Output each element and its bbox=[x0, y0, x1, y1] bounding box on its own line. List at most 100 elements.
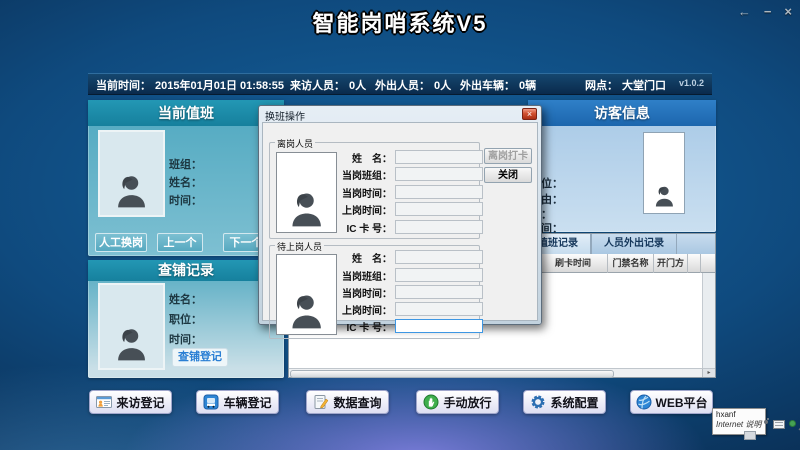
avatar-icon bbox=[652, 184, 677, 209]
bed-check-title: 查铺记录 bbox=[88, 260, 284, 281]
toolbar-button-label: 系统配置 bbox=[550, 394, 598, 411]
data-query-button[interactable]: 数据查询 bbox=[306, 390, 389, 414]
dialog-close-action-button[interactable]: 关闭 bbox=[484, 167, 532, 183]
scrollbar-thumb[interactable] bbox=[290, 370, 614, 378]
back-arrow-icon[interactable]: ← bbox=[738, 4, 751, 19]
duty-buttons: 人工换岗 上一个 下一个 bbox=[88, 233, 284, 252]
leaving-name-input[interactable] bbox=[395, 150, 483, 164]
visitor-register-button[interactable]: 来访登记 bbox=[89, 390, 172, 414]
bed-time-label: 时间： bbox=[169, 331, 202, 347]
name-label: 姓 名： bbox=[340, 150, 392, 165]
ime-sparkle-icon[interactable] bbox=[764, 420, 768, 424]
leaving-duty-time-input[interactable] bbox=[395, 185, 483, 199]
close-icon[interactable]: × bbox=[784, 4, 792, 19]
gear-icon bbox=[530, 394, 546, 410]
version-label: v1.0.2 bbox=[679, 78, 704, 88]
incoming-start-time-input[interactable] bbox=[395, 302, 483, 316]
on-duty-time-label: 当岗时间： bbox=[340, 285, 392, 300]
minimize-icon[interactable]: − bbox=[764, 4, 772, 19]
column-open-direction: 开门方向 bbox=[654, 254, 688, 273]
status-out-vehicle-count: 外出车辆：0辆 bbox=[460, 77, 536, 93]
visitor-title: 访客信息 bbox=[528, 100, 716, 126]
duty-name-label: 姓名： bbox=[169, 174, 202, 190]
leaving-group-label: 离岗人员 bbox=[275, 137, 315, 150]
ime-name: hxanf bbox=[716, 410, 762, 420]
horizontal-scrollbar[interactable]: ▸ bbox=[289, 368, 715, 377]
avatar-icon bbox=[286, 189, 327, 230]
manual-shift-button[interactable]: 人工换岗 bbox=[95, 233, 147, 252]
duty-photo bbox=[98, 130, 165, 217]
column-empty-2 bbox=[688, 254, 701, 273]
tab-personnel-out-records[interactable]: 人员外出记录 bbox=[591, 234, 677, 254]
avatar-icon bbox=[112, 325, 151, 364]
globe-icon bbox=[636, 394, 652, 410]
dialog-content: 离岗人员 姓 名： 当岗班组： 当岗时间： 上岗时间： IC 卡 号： 待上岗人… bbox=[262, 122, 538, 321]
bed-check-register-button[interactable]: 查铺登记 bbox=[172, 348, 228, 367]
hand-release-icon bbox=[423, 394, 439, 410]
status-site: 网点：大堂门口 bbox=[585, 77, 666, 93]
ime-status-icon[interactable] bbox=[789, 420, 796, 427]
ic-card-label: IC 卡 号： bbox=[340, 319, 392, 334]
visitor-card-icon bbox=[96, 394, 112, 410]
status-current-time: 当前时间：2015年01月01日 01:58:55 bbox=[96, 77, 284, 93]
ic-card-label: IC 卡 号： bbox=[340, 220, 392, 235]
incoming-team-input[interactable] bbox=[395, 268, 483, 282]
bed-check-photo bbox=[98, 283, 165, 370]
leaving-team-input[interactable] bbox=[395, 167, 483, 181]
leaving-ic-card-input[interactable] bbox=[395, 220, 483, 234]
ime-bar[interactable]: hxanf Internet 说明 bbox=[712, 408, 766, 435]
toolbar-button-label: 手动放行 bbox=[443, 394, 491, 411]
duty-team-label: 班组： bbox=[169, 156, 202, 172]
start-time-label: 上岗时间： bbox=[340, 302, 392, 317]
current-duty-panel: 当前值班 班组： 姓名： 时间： 人工换岗 上一个 下一个 bbox=[88, 100, 284, 256]
incoming-group-label: 待上岗人员 bbox=[275, 240, 324, 253]
toolbar-button-label: 车辆登记 bbox=[223, 394, 271, 411]
bed-check-panel: 查铺记录 姓名： 职位： 时间： 查铺登记 bbox=[88, 260, 284, 378]
vertical-scrollbar[interactable] bbox=[702, 273, 715, 368]
clock-out-button[interactable]: 离岗打卡 bbox=[484, 148, 532, 164]
visitor-photo bbox=[643, 132, 685, 214]
name-label: 姓 名： bbox=[340, 250, 392, 265]
column-filler bbox=[701, 254, 715, 273]
bed-position-label: 职位： bbox=[169, 311, 202, 327]
status-bar: 当前时间：2015年01月01日 01:58:55 来访人员：0人 外出人员：0… bbox=[88, 73, 712, 95]
column-door-name: 门禁名称 bbox=[608, 254, 654, 273]
window-controls: ← − × bbox=[738, 4, 792, 19]
column-swipe-time: 刷卡时间 bbox=[539, 254, 608, 273]
incoming-name-input[interactable] bbox=[395, 250, 483, 264]
page-title: 智能岗哨系统V5 bbox=[0, 6, 800, 38]
incoming-personnel-group: 待上岗人员 姓 名： 当岗班组： 当岗时间： 上岗时间： IC 卡 号： bbox=[269, 245, 480, 339]
incoming-ic-card-input[interactable] bbox=[395, 319, 483, 333]
vehicle-icon bbox=[203, 394, 219, 410]
manual-release-button[interactable]: 手动放行 bbox=[416, 390, 499, 414]
taskbar-fragment bbox=[744, 431, 756, 440]
current-duty-title: 当前值班 bbox=[88, 100, 284, 126]
dialog-title: 换班操作 bbox=[265, 108, 305, 123]
start-time-label: 上岗时间： bbox=[340, 202, 392, 217]
ime-mode: Internet 说明 bbox=[716, 420, 762, 430]
toolbar-button-label: 数据查询 bbox=[333, 394, 381, 411]
leaving-start-time-input[interactable] bbox=[395, 202, 483, 216]
web-platform-button[interactable]: WEB平台 bbox=[630, 390, 713, 414]
status-visitor-count: 来访人员：0人 bbox=[290, 77, 366, 93]
incoming-duty-time-input[interactable] bbox=[395, 285, 483, 299]
system-config-button[interactable]: 系统配置 bbox=[523, 390, 606, 414]
avatar-icon bbox=[112, 172, 151, 211]
vehicle-register-button[interactable]: 车辆登记 bbox=[196, 390, 279, 414]
app-window: 智能岗哨系统V5 ← − × 当前时间：2015年01月01日 01:58:55… bbox=[0, 0, 800, 450]
status-out-person-count: 外出人员：0人 bbox=[375, 77, 451, 93]
team-label: 当岗班组： bbox=[340, 268, 392, 283]
bed-name-label: 姓名： bbox=[169, 291, 202, 307]
toolbar-button-label: 来访登记 bbox=[116, 394, 164, 411]
visitor-panel: 访客信息 ： ： 单位： 事由： 人： 时间： bbox=[528, 100, 716, 232]
scroll-right-arrow-icon[interactable]: ▸ bbox=[702, 369, 715, 377]
shift-change-dialog: 换班操作 × 离岗人员 姓 名： 当岗班组： 当岗时间： 上岗时间： IC 卡 … bbox=[258, 105, 542, 325]
on-duty-time-label: 当岗时间： bbox=[340, 185, 392, 200]
data-query-icon bbox=[313, 394, 329, 410]
previous-button[interactable]: 上一个 bbox=[157, 233, 203, 252]
leaving-personnel-group: 离岗人员 姓 名： 当岗班组： 当岗时间： 上岗时间： IC 卡 号： bbox=[269, 142, 480, 239]
avatar-icon bbox=[286, 291, 327, 332]
dialog-close-button[interactable]: × bbox=[522, 108, 537, 120]
leaving-photo bbox=[276, 152, 337, 233]
keyboard-icon[interactable] bbox=[773, 420, 785, 429]
